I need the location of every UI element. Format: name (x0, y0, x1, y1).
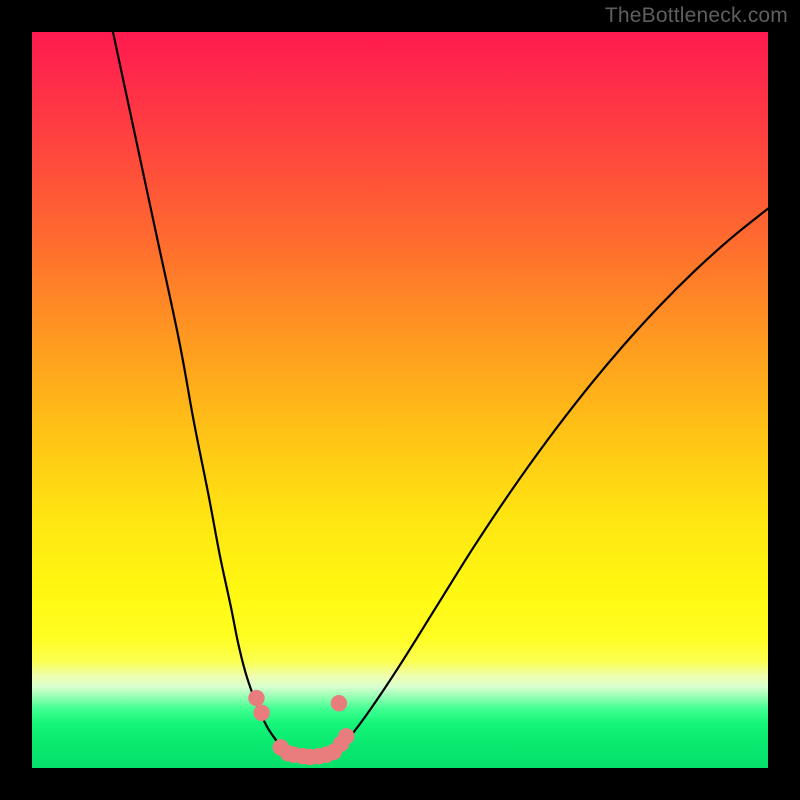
marker-layer (248, 690, 354, 765)
watermark-text: TheBottleneck.com (605, 4, 788, 28)
curve-group (113, 32, 768, 757)
data-marker (253, 705, 269, 721)
left-curve-line (113, 32, 290, 753)
right-curve-line (334, 209, 768, 754)
data-marker (248, 690, 264, 706)
bottleneck-curve-svg (32, 32, 768, 768)
data-marker (331, 695, 347, 711)
plot-area (32, 32, 768, 768)
chart-frame: TheBottleneck.com (0, 0, 800, 800)
data-marker (338, 728, 354, 744)
